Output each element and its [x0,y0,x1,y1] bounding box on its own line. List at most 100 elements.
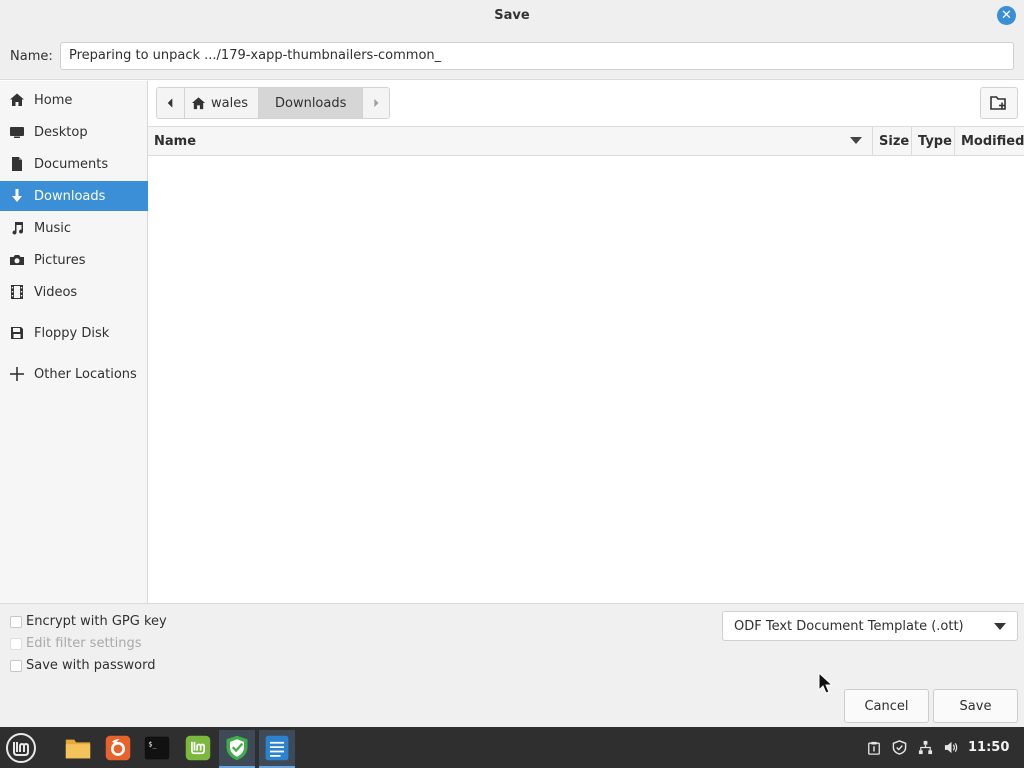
path-button-downloads[interactable]: Downloads [258,88,364,118]
path-parent-label: wales [211,95,248,111]
mintupdate-launcher[interactable] [180,730,216,766]
places-sidebar: Home Desktop Documents Downloads Music P… [0,81,148,603]
mint-logo-icon [6,733,36,763]
save-with-password-checkbox[interactable]: Save with password [10,658,155,673]
sidebar-item-home[interactable]: Home [0,85,148,115]
terminal-icon: $_ [144,736,170,760]
name-label: Name: [10,49,53,64]
encrypt-gpg-label: Encrypt with GPG key [26,614,167,629]
sidebar-item-label: Documents [34,156,109,172]
home-icon [0,92,34,108]
pictures-icon [0,252,34,268]
plus-icon [0,366,34,382]
clock[interactable]: 11:50 [968,740,1009,755]
document-icon [265,735,289,761]
column-header-modified[interactable]: Modified [955,127,1024,155]
mint-app-icon [185,735,211,761]
save-label: Save [959,698,992,714]
update-tray[interactable] [888,727,910,768]
close-icon: ✕ [1001,8,1012,23]
title-bar: Save ✕ [0,0,1024,34]
sidebar-item-pictures[interactable]: Pictures [0,245,148,275]
chevron-left-icon [167,98,173,108]
firefox-icon [105,735,131,761]
speaker-icon [944,741,957,754]
sidebar-item-label: Videos [34,284,78,300]
clipboard-icon [868,741,880,755]
file-type-dropdown[interactable]: ODF Text Document Template (.ott) [722,611,1018,641]
sidebar-item-documents[interactable]: Documents [0,149,148,179]
cancel-button[interactable]: Cancel [844,689,929,723]
file-type-selected: ODF Text Document Template (.ott) [734,618,964,634]
folder-icon [65,739,91,759]
mint-menu-button[interactable] [3,730,39,766]
column-type-label: Type [918,133,952,149]
path-forward-button[interactable] [363,88,390,118]
shield-icon [226,735,248,761]
writer-window[interactable] [259,730,295,768]
sidebar-item-label: Downloads [34,188,106,204]
update-manager-window[interactable] [219,730,255,768]
sidebar-item-label: Home [34,92,73,108]
files-launcher[interactable] [60,730,96,766]
new-folder-button[interactable] [980,87,1018,119]
home-icon [191,96,206,109]
network-tray[interactable] [914,727,936,768]
column-modified-label: Modified [961,133,1024,149]
sidebar-item-downloads[interactable]: Downloads [0,181,148,211]
cancel-label: Cancel [864,698,909,714]
sort-descending-icon [850,137,862,144]
videos-icon [0,284,34,300]
downloads-icon [0,188,34,204]
sidebar-item-label: Pictures [34,252,86,268]
volume-tray[interactable] [940,727,962,768]
sidebar-item-desktop[interactable]: Desktop [0,117,148,147]
name-bar: Name: Preparing to unpack .../179-xapp-t… [0,34,1024,80]
breadcrumb: wales Downloads [156,87,391,119]
shield-icon [892,740,906,755]
encrypt-gpg-checkbox[interactable]: Encrypt with GPG key [10,614,167,629]
sidebar-item-floppy-disk[interactable]: Floppy Disk [0,318,148,348]
sidebar-item-videos[interactable]: Videos [0,277,148,307]
documents-icon [0,156,34,172]
firefox-launcher[interactable] [100,730,136,766]
column-header-type[interactable]: Type [912,127,955,155]
name-input[interactable]: Preparing to unpack .../179-xapp-thumbna… [60,42,1014,70]
path-bar: wales Downloads [148,81,1024,126]
sidebar-item-music[interactable]: Music [0,213,148,243]
checkbox-box [10,637,22,650]
path-button-wales[interactable]: wales [185,88,259,118]
path-back-button[interactable] [157,88,185,118]
new-folder-icon [990,96,1006,110]
chevron-down-icon [994,623,1006,630]
floppy-disk-icon [0,325,34,341]
file-list-header: Name Size Type Modified [148,126,1024,156]
svg-text:$_: $_ [148,740,157,748]
column-name-label: Name [154,133,197,149]
sidebar-item-label: Floppy Disk [34,325,110,341]
terminal-launcher[interactable]: $_ [139,730,175,766]
file-list[interactable] [148,156,1024,603]
checkbox-box [10,615,22,628]
sidebar-item-label: Desktop [34,124,88,140]
column-size-label: Size [879,133,910,149]
save-button[interactable]: Save [933,689,1018,723]
checkbox-box [10,659,22,672]
edit-filter-settings-checkbox: Edit filter settings [10,636,142,651]
desktop-icon [0,124,34,140]
sidebar-item-label: Other Locations [34,366,137,382]
network-icon [918,740,932,755]
sidebar-item-other-locations[interactable]: Other Locations [0,359,148,389]
edit-filter-settings-label: Edit filter settings [26,636,142,651]
dialog-title: Save [494,8,530,23]
options-panel: Encrypt with GPG key Edit filter setting… [0,603,1024,727]
mouse-pointer-icon [818,672,834,694]
close-button[interactable]: ✕ [997,6,1016,25]
taskbar: $_ 11:50 [0,727,1024,768]
clipboard-tray[interactable] [864,727,884,768]
path-current-label: Downloads [274,95,347,111]
music-icon [0,220,34,236]
column-header-name[interactable]: Name [148,127,873,155]
column-header-size[interactable]: Size [873,127,912,155]
sidebar-item-label: Music [34,220,71,236]
